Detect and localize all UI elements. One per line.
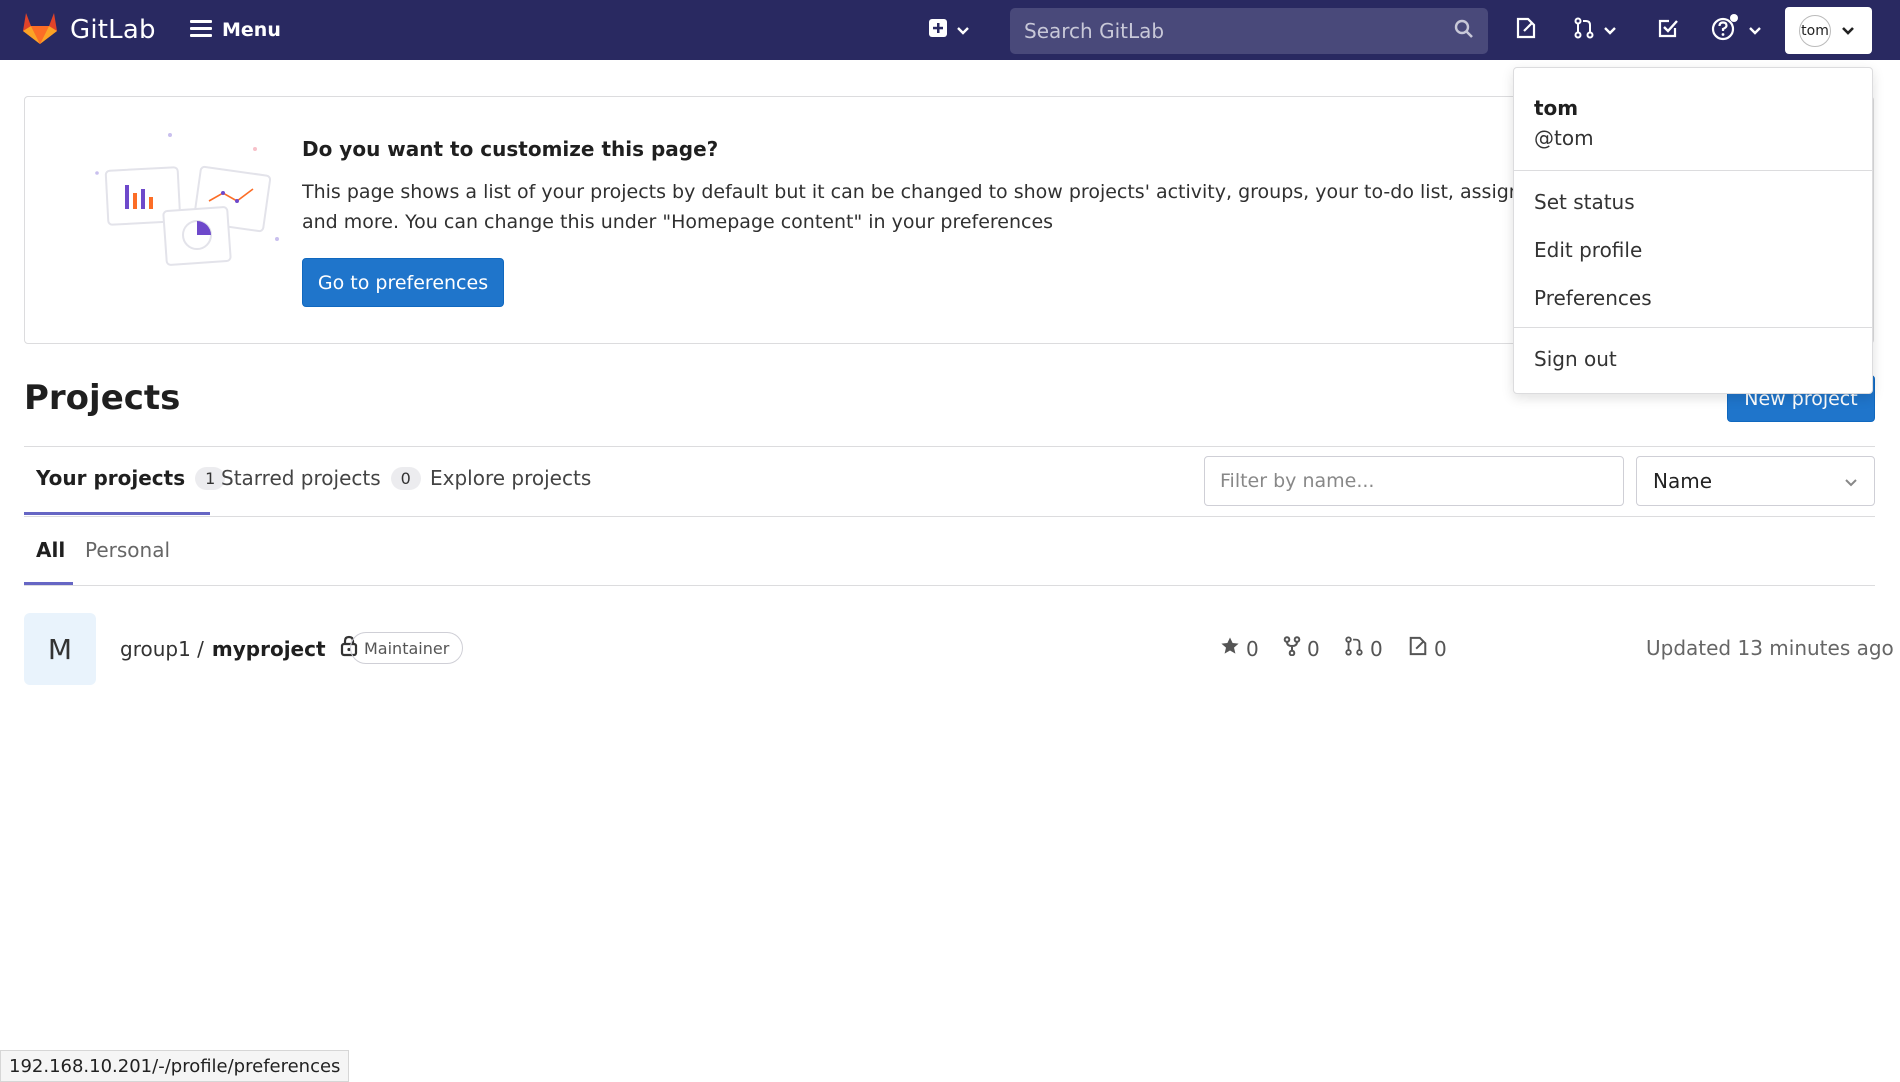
forks-count-link[interactable]: 0 [1283, 636, 1320, 661]
fork-icon [1283, 636, 1301, 661]
sort-selected-value: Name [1653, 469, 1713, 493]
merge-requests-count: 0 [1370, 636, 1383, 661]
subtabs-divider [24, 585, 1875, 586]
todo-check-icon [1657, 17, 1679, 43]
create-new-button[interactable] [928, 12, 970, 48]
issues-count: 0 [1434, 636, 1447, 661]
sort-dropdown[interactable]: Name [1636, 456, 1875, 506]
question-circle-icon [1710, 13, 1740, 47]
role-badge: Maintainer [350, 632, 464, 664]
chevron-down-icon [1841, 21, 1855, 40]
chevron-down-icon [1603, 21, 1617, 40]
updated-timestamp: Updated 13 minutes ago [1646, 636, 1894, 660]
tab-label: Explore projects [430, 466, 592, 490]
preferences-item[interactable]: Preferences [1534, 286, 1652, 310]
gitlab-logo-link[interactable]: GitLab [22, 10, 156, 50]
issues-icon [1408, 636, 1428, 661]
issues-icon [1515, 17, 1537, 43]
edit-profile-item[interactable]: Edit profile [1534, 238, 1642, 262]
hamburger-icon [190, 19, 212, 42]
issues-count-link[interactable]: 0 [1408, 636, 1447, 661]
subtab-all[interactable]: All [36, 538, 65, 562]
tab-count-badge: 0 [390, 466, 421, 490]
project-namespace: group1 / [120, 636, 204, 661]
banner-title: Do you want to customize this page? [302, 137, 719, 161]
tanuki-logo-icon [22, 11, 58, 49]
user-menu-button[interactable]: tom [1785, 7, 1872, 54]
chevron-down-icon [956, 21, 970, 40]
customize-illustration [85, 127, 285, 271]
forks-count: 0 [1307, 636, 1320, 661]
project-name-link[interactable]: group1 / myproject [120, 635, 358, 662]
issues-button[interactable] [1515, 12, 1537, 48]
merge-request-icon [1344, 636, 1364, 661]
chevron-down-icon [1844, 469, 1858, 493]
tab-label: Your projects [36, 466, 186, 490]
page-title: Projects [24, 378, 181, 418]
search-box[interactable] [1010, 8, 1488, 54]
search-icon[interactable] [1454, 19, 1474, 43]
project-name: myproject [211, 636, 326, 661]
subtab-personal[interactable]: Personal [85, 538, 170, 562]
chevron-down-icon [1748, 21, 1762, 40]
project-avatar[interactable]: M [24, 613, 96, 685]
brand-name: GitLab [70, 15, 156, 45]
todos-button[interactable] [1657, 12, 1679, 48]
link-status-bar: 192.168.10.201/-/profile/preferences [0, 1050, 350, 1082]
tab-label: Starred projects [221, 466, 381, 490]
tab-starred-projects[interactable]: Starred projects 0 [221, 466, 421, 490]
tabs-top-divider [24, 446, 1875, 447]
menu-divider [1514, 170, 1872, 171]
search-input[interactable] [1024, 19, 1454, 43]
tab-your-projects[interactable]: Your projects 1 [36, 466, 226, 490]
active-tab-indicator [24, 512, 210, 515]
stars-count-link[interactable]: 0 [1220, 636, 1259, 661]
merge-request-icon [1573, 17, 1595, 43]
help-button[interactable] [1710, 12, 1762, 48]
user-dropdown-menu: tom @tom Set status Edit profile Prefere… [1513, 67, 1873, 394]
menu-button[interactable]: Menu [190, 12, 281, 48]
merge-requests-button[interactable] [1573, 12, 1617, 48]
banner-description: This page shows a list of your projects … [302, 177, 1542, 237]
sign-out-item[interactable]: Sign out [1534, 347, 1617, 371]
banner-description-line-2: and more. You can change this under "Hom… [302, 211, 1054, 233]
go-to-preferences-button[interactable]: Go to preferences [302, 258, 504, 307]
merge-requests-count-link[interactable]: 0 [1344, 636, 1383, 661]
user-name[interactable]: tom [1534, 96, 1578, 120]
menu-label: Menu [222, 19, 281, 41]
user-handle[interactable]: @tom [1534, 126, 1594, 150]
plus-square-icon [928, 18, 948, 42]
star-icon [1220, 636, 1240, 661]
tab-explore-projects[interactable]: Explore projects [430, 466, 591, 490]
set-status-item[interactable]: Set status [1534, 190, 1635, 214]
menu-divider [1514, 327, 1872, 328]
stars-count: 0 [1246, 636, 1259, 661]
avatar: tom [1799, 14, 1831, 47]
filter-by-name-input[interactable] [1204, 456, 1624, 506]
banner-description-line-1: This page shows a list of your projects … [302, 181, 1542, 203]
tabs-bottom-divider [24, 516, 1875, 517]
top-navbar: GitLab Menu Search GitLab tom [0, 0, 1900, 60]
